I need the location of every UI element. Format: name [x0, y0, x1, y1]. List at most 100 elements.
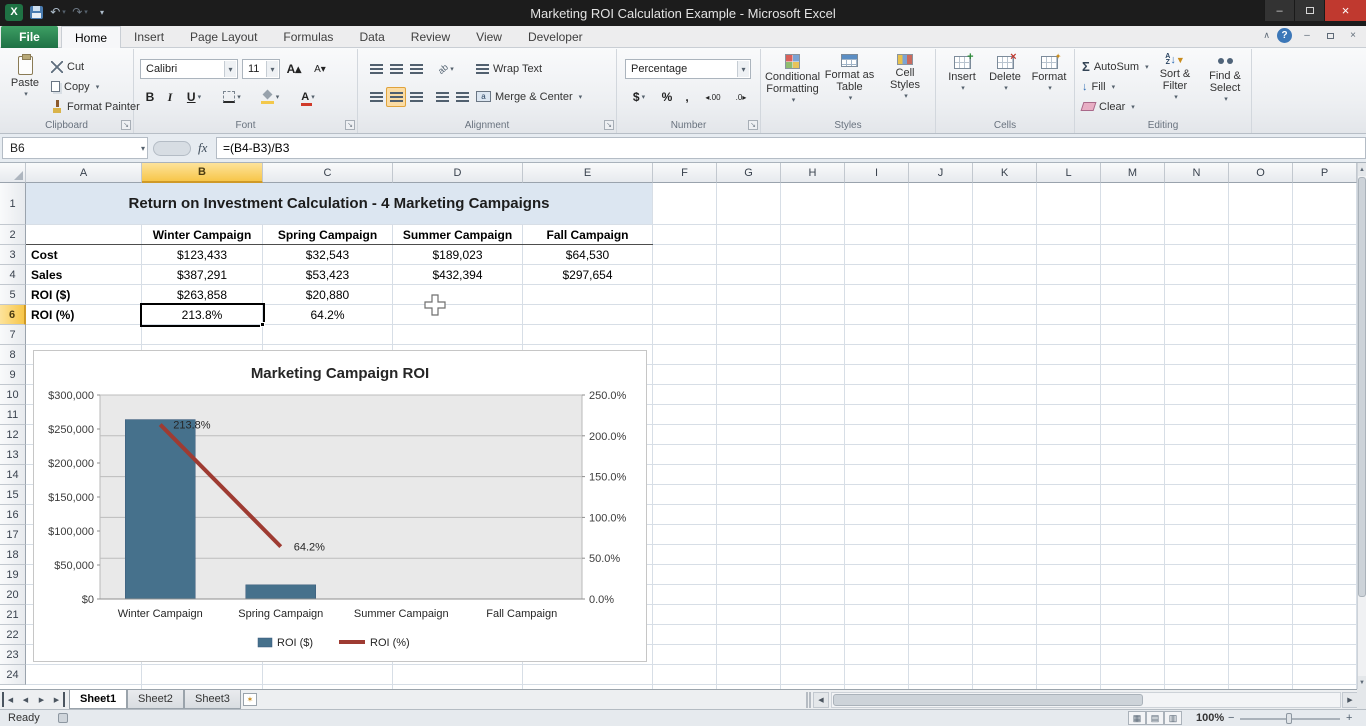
insert-function-button[interactable]: fx [198, 140, 207, 156]
row-header-18[interactable]: 18 [0, 545, 26, 565]
font-size-select[interactable]: 11 ▾ [242, 59, 280, 79]
number-format-select[interactable]: Percentage ▾ [625, 59, 751, 79]
format-cells-button[interactable]: Format ▾ [1028, 51, 1070, 123]
column-header-P[interactable]: P [1293, 163, 1357, 183]
font-name-select[interactable]: Calibri ▾ [140, 59, 238, 79]
paste-button[interactable]: Paste ▾ [5, 52, 45, 116]
sort-filter-button[interactable]: A Z ↓ ▼ Sort & Filter ▾ [1151, 53, 1199, 125]
underline-button[interactable]: U ▾ [180, 87, 208, 107]
insert-worksheet-button[interactable]: ✶ [243, 693, 257, 706]
customize-qat-button[interactable]: ▾ [93, 3, 111, 21]
borders-button[interactable]: ▾ [218, 87, 246, 107]
minimize-ribbon-icon[interactable]: ∧ [1263, 30, 1270, 41]
copy-button[interactable]: Copy ▾ [49, 77, 101, 96]
sheet-tab-sheet3[interactable]: Sheet3 [184, 690, 241, 709]
maximize-button[interactable] [1294, 0, 1324, 21]
row-header-11[interactable]: 11 [0, 405, 26, 425]
fill-handle[interactable] [260, 322, 265, 327]
tab-file[interactable]: File [1, 26, 58, 48]
redo-button[interactable]: ↷ ▾ [71, 3, 89, 21]
scroll-right-icon[interactable]: ▶ [1342, 692, 1358, 708]
number-dialog-launcher[interactable]: ↘ [748, 120, 758, 130]
column-header-G[interactable]: G [717, 163, 781, 183]
column-header-A[interactable]: A [26, 163, 142, 183]
name-box[interactable]: B6 ▾ [2, 137, 148, 159]
row-header-5[interactable]: 5 [0, 285, 26, 305]
merge-center-button[interactable]: a Merge & Center ▾ [474, 87, 584, 106]
delete-cells-button[interactable]: Delete ▾ [985, 51, 1025, 123]
cell-C5[interactable]: $20,880 [263, 285, 392, 304]
accounting-format-button[interactable]: $ ▾ [625, 87, 653, 107]
formula-input[interactable]: =(B4-B3)/B3 [216, 137, 1366, 159]
cell-B5[interactable]: $263,858 [142, 285, 262, 304]
cell-C2[interactable]: Spring Campaign [263, 225, 392, 244]
sheet-tab-sheet2[interactable]: Sheet2 [127, 690, 184, 709]
zoom-in-icon[interactable]: + [1346, 712, 1352, 724]
scroll-down-icon[interactable]: ▼ [1358, 676, 1366, 689]
tab-developer[interactable]: Developer [515, 26, 596, 48]
row-header-14[interactable]: 14 [0, 465, 26, 485]
zoom-level[interactable]: 100% [1196, 712, 1224, 724]
alignment-dialog-launcher[interactable]: ↘ [604, 120, 614, 130]
row-header-22[interactable]: 22 [0, 625, 26, 645]
row-header-1[interactable]: 1 [0, 183, 26, 225]
cell-A4[interactable]: Sales [26, 265, 141, 284]
cell-A3[interactable]: Cost [26, 245, 141, 264]
previous-sheet-icon[interactable]: ◀ [18, 692, 33, 707]
row-header-16[interactable]: 16 [0, 505, 26, 525]
vertical-scroll-thumb[interactable] [1358, 177, 1366, 597]
row-header-7[interactable]: 7 [0, 325, 26, 345]
cell-C3[interactable]: $32,543 [263, 245, 392, 264]
sheet-tab-sheet1[interactable]: Sheet1 [69, 690, 128, 709]
workbook-minimize-icon[interactable]: – [1299, 29, 1315, 43]
zoom-slider-thumb[interactable] [1286, 713, 1292, 724]
increase-indent-button[interactable] [452, 87, 472, 107]
scroll-up-icon[interactable]: ▲ [1358, 163, 1366, 176]
horizontal-scrollbar[interactable] [831, 692, 1341, 708]
column-header-M[interactable]: M [1101, 163, 1165, 183]
row-header-19[interactable]: 19 [0, 565, 26, 585]
decrease-indent-button[interactable] [432, 87, 452, 107]
cell-D3[interactable]: $189,023 [393, 245, 522, 264]
help-icon[interactable]: ? [1277, 28, 1292, 43]
column-header-J[interactable]: J [909, 163, 973, 183]
cell-D4[interactable]: $432,394 [393, 265, 522, 284]
middle-align-button[interactable] [386, 59, 406, 79]
cut-button[interactable]: Cut [49, 57, 86, 76]
workbook-restore-icon[interactable] [1322, 29, 1338, 43]
cell-A6[interactable]: ROI (%) [26, 305, 141, 324]
comma-style-button[interactable]: , [677, 87, 697, 107]
column-header-B[interactable]: B [142, 163, 263, 183]
tab-insert[interactable]: Insert [121, 26, 177, 48]
decrease-decimal-button[interactable]: .0▸ [727, 87, 755, 107]
cell-styles-button[interactable]: Cell Styles ▾ [879, 53, 931, 125]
excel-app-icon[interactable]: X [5, 3, 23, 21]
close-button[interactable]: × [1324, 0, 1366, 21]
row-header-9[interactable]: 9 [0, 365, 26, 385]
embedded-chart[interactable]: $0 $50,000 $100,000 $150,000 $200,000 $250,00… [33, 350, 647, 662]
cell-C4[interactable]: $53,423 [263, 265, 392, 284]
column-header-H[interactable]: H [781, 163, 845, 183]
align-left-button[interactable] [366, 87, 386, 107]
tab-review[interactable]: Review [398, 26, 463, 48]
cell-D2[interactable]: Summer Campaign [393, 225, 522, 244]
row-header-12[interactable]: 12 [0, 425, 26, 445]
font-color-button[interactable]: A ▾ [294, 87, 322, 107]
column-header-D[interactable]: D [393, 163, 523, 183]
fill-color-button[interactable]: ▾ [256, 87, 284, 107]
column-header-I[interactable]: I [845, 163, 909, 183]
cell-E2[interactable]: Fall Campaign [523, 225, 652, 244]
insert-cells-button[interactable]: Insert ▾ [942, 51, 982, 123]
cell-B3[interactable]: $123,433 [142, 245, 262, 264]
orientation-button[interactable]: ab ▾ [432, 59, 460, 79]
row-header-23[interactable]: 23 [0, 645, 26, 665]
shrink-font-button[interactable]: A▾ [310, 59, 330, 79]
column-header-C[interactable]: C [263, 163, 393, 183]
bottom-align-button[interactable] [406, 59, 426, 79]
row-header-24[interactable]: 24 [0, 665, 26, 685]
wrap-text-button[interactable]: Wrap Text [474, 59, 544, 78]
cell-E3[interactable]: $64,530 [523, 245, 652, 264]
row-header-10[interactable]: 10 [0, 385, 26, 405]
column-header-O[interactable]: O [1229, 163, 1293, 183]
cell-C6[interactable]: 64.2% [263, 305, 392, 324]
